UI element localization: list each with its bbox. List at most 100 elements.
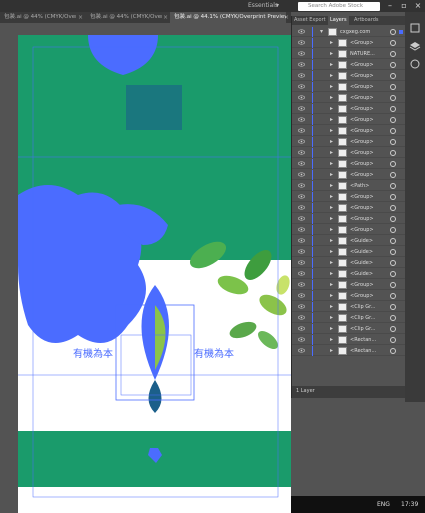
- layer-row[interactable]: ▸ <Group>: [292, 159, 406, 169]
- eye-icon[interactable]: [298, 216, 305, 221]
- chevron-right-icon[interactable]: ▸: [330, 215, 333, 222]
- eye-icon[interactable]: [298, 62, 305, 67]
- eye-icon[interactable]: [298, 348, 305, 353]
- chevron-right-icon[interactable]: ▸: [330, 94, 333, 101]
- chevron-right-icon[interactable]: ▸: [330, 83, 333, 90]
- eye-icon[interactable]: [298, 128, 305, 133]
- eye-icon[interactable]: [298, 326, 305, 331]
- chevron-down-icon[interactable]: ▾: [276, 2, 279, 9]
- chevron-right-icon[interactable]: ▸: [330, 259, 333, 266]
- target-icon[interactable]: [390, 128, 396, 134]
- chevron-right-icon[interactable]: ▸: [330, 105, 333, 112]
- chevron-right-icon[interactable]: ▸: [330, 314, 333, 321]
- tab-artboards[interactable]: Artboards: [352, 16, 380, 25]
- target-icon[interactable]: [390, 150, 396, 156]
- tab-asset-export[interactable]: Asset Export: [292, 16, 328, 25]
- target-icon[interactable]: [390, 337, 396, 343]
- target-icon[interactable]: [390, 227, 396, 233]
- layer-row[interactable]: ▸ <Clip Gr...: [292, 324, 406, 334]
- target-icon[interactable]: [390, 139, 396, 145]
- close-icon[interactable]: ×: [163, 12, 168, 23]
- canvas-area[interactable]: 有機為本 有機為本: [0, 23, 291, 513]
- eye-icon[interactable]: [298, 315, 305, 320]
- layer-row[interactable]: ▸ <Group>: [292, 82, 406, 92]
- libraries-icon[interactable]: [409, 58, 421, 70]
- eye-icon[interactable]: [298, 84, 305, 89]
- layer-row[interactable]: ▸ <Rectan...: [292, 346, 406, 356]
- chevron-right-icon[interactable]: ▸: [330, 182, 333, 189]
- layer-row[interactable]: ▸ <Guide>: [292, 258, 406, 268]
- target-icon[interactable]: [390, 51, 396, 57]
- chevron-right-icon[interactable]: ▸: [330, 171, 333, 178]
- eye-icon[interactable]: [298, 95, 305, 100]
- eye-icon[interactable]: [298, 304, 305, 309]
- layer-row[interactable]: ▸ <Group>: [292, 214, 406, 224]
- eye-icon[interactable]: [298, 73, 305, 78]
- properties-icon[interactable]: [409, 22, 421, 34]
- layer-row[interactable]: ▸ <Clip Gr...: [292, 302, 406, 312]
- target-icon[interactable]: [390, 315, 396, 321]
- eye-icon[interactable]: [298, 29, 305, 34]
- chevron-right-icon[interactable]: ▸: [330, 138, 333, 145]
- chevron-right-icon[interactable]: ▸: [330, 39, 333, 46]
- chevron-right-icon[interactable]: ▸: [330, 248, 333, 255]
- eye-icon[interactable]: [298, 227, 305, 232]
- chevron-right-icon[interactable]: ▸: [330, 226, 333, 233]
- target-icon[interactable]: [390, 205, 396, 211]
- chevron-right-icon[interactable]: ▸: [330, 237, 333, 244]
- workspace-switcher[interactable]: Essentials: [248, 2, 278, 9]
- chevron-right-icon[interactable]: ▸: [330, 127, 333, 134]
- tab-document-2[interactable]: 包装.ai @ 44% (CMYK/Overp...: [86, 12, 162, 23]
- chevron-right-icon[interactable]: ▸: [330, 303, 333, 310]
- eye-icon[interactable]: [298, 172, 305, 177]
- layer-row[interactable]: ▸ <Group>: [292, 104, 406, 114]
- selection-indicator[interactable]: [399, 30, 403, 34]
- target-icon[interactable]: [390, 95, 396, 101]
- minimize-button[interactable]: –: [384, 1, 396, 11]
- target-icon[interactable]: [390, 29, 396, 35]
- target-icon[interactable]: [390, 62, 396, 68]
- eye-icon[interactable]: [298, 293, 305, 298]
- eye-icon[interactable]: [298, 40, 305, 45]
- target-icon[interactable]: [390, 161, 396, 167]
- target-icon[interactable]: [390, 216, 396, 222]
- layer-row[interactable]: ▸ <Group>: [292, 93, 406, 103]
- layer-row[interactable]: ▸ <Group>: [292, 115, 406, 125]
- layer-row[interactable]: ▸ <Guide>: [292, 269, 406, 279]
- target-icon[interactable]: [390, 106, 396, 112]
- chevron-right-icon[interactable]: ▸: [330, 281, 333, 288]
- layer-row[interactable]: ▸ <Group>: [292, 170, 406, 180]
- chevron-right-icon[interactable]: ▸: [330, 325, 333, 332]
- chevron-right-icon[interactable]: ▸: [330, 292, 333, 299]
- layer-row-top[interactable]: ▾ cxgxeg.com: [292, 27, 406, 37]
- target-icon[interactable]: [390, 183, 396, 189]
- layer-row[interactable]: ▸ <Guide>: [292, 236, 406, 246]
- eye-icon[interactable]: [298, 271, 305, 276]
- chevron-right-icon[interactable]: ▸: [330, 61, 333, 68]
- chevron-right-icon[interactable]: ▸: [330, 50, 333, 57]
- layer-row[interactable]: ▸ <Group>: [292, 38, 406, 48]
- eye-icon[interactable]: [298, 106, 305, 111]
- eye-icon[interactable]: [298, 194, 305, 199]
- tab-document-1[interactable]: 包装.ai @ 44% (CMYK/Overpri...: [0, 12, 76, 23]
- close-button[interactable]: ×: [412, 1, 424, 11]
- layer-row[interactable]: ▸ <Group>: [292, 60, 406, 70]
- layer-row[interactable]: ▸ <Group>: [292, 192, 406, 202]
- eye-icon[interactable]: [298, 139, 305, 144]
- target-icon[interactable]: [390, 40, 396, 46]
- eye-icon[interactable]: [298, 161, 305, 166]
- search-input[interactable]: Search Adobe Stock: [298, 2, 380, 11]
- chevron-right-icon[interactable]: ▸: [330, 149, 333, 156]
- eye-icon[interactable]: [298, 337, 305, 342]
- target-icon[interactable]: [390, 73, 396, 79]
- target-icon[interactable]: [390, 172, 396, 178]
- tab-document-3[interactable]: 包装.ai @ 44.1% (CMYK/Overprint Preview): [170, 12, 286, 23]
- target-icon[interactable]: [390, 271, 396, 277]
- eye-icon[interactable]: [298, 260, 305, 265]
- target-icon[interactable]: [390, 238, 396, 244]
- layer-row[interactable]: ▸ <Group>: [292, 137, 406, 147]
- input-language[interactable]: ENG: [377, 501, 390, 508]
- eye-icon[interactable]: [298, 117, 305, 122]
- eye-icon[interactable]: [298, 249, 305, 254]
- chevron-right-icon[interactable]: ▸: [330, 347, 333, 354]
